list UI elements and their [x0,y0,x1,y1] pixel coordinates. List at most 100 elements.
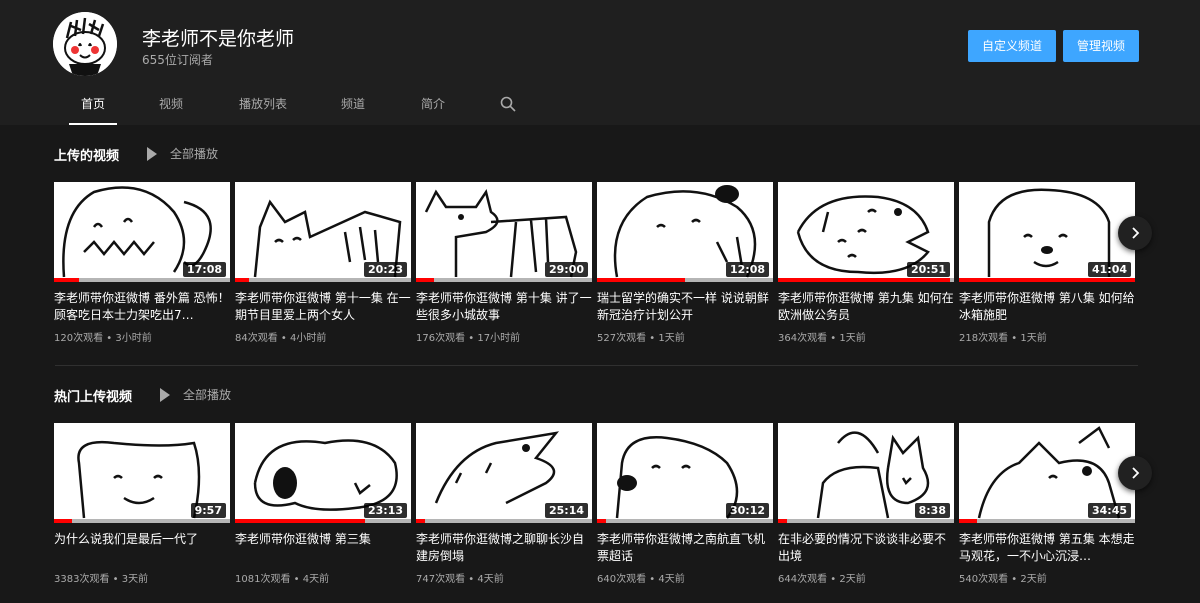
video-thumbnail[interactable]: 20:51 [778,182,954,282]
view-count: 84次观看 [235,333,278,344]
tab-channels[interactable]: 频道 [341,96,365,125]
shelf-next-button[interactable] [1118,216,1152,250]
play-all-label: 全部播放 [170,147,219,161]
video-title[interactable]: 李老师带你逛微博 第三集 [235,531,411,565]
video-card[interactable]: 23:13 李老师带你逛微博 第三集 1081次观看 • 4天前 [235,423,411,585]
video-meta: 1081次观看 • 4天前 [235,570,411,585]
progress-track [597,278,773,282]
video-thumbnail[interactable]: 8:38 [778,423,954,523]
video-row-popular: 9:57 为什么说我们是最后一代了 3383次观看 • 3天前 23:13 李老师带你逛… [54,423,1138,593]
play-icon [160,387,170,402]
meta-separator: • [1008,574,1021,585]
video-duration: 25:14 [544,503,588,518]
video-card[interactable]: 9:57 为什么说我们是最后一代了 3383次观看 • 3天前 [54,423,230,585]
video-duration: 12:08 [725,262,769,277]
upload-age: 4天前 [477,574,504,585]
video-title[interactable]: 李老师带你逛微博 第十一集 在一期节目里爱上两个女人 [235,290,411,324]
channel-name: 李老师不是你老师 [142,28,295,50]
video-meta: 3383次观看 • 3天前 [54,570,230,585]
video-card[interactable]: 17:08 李老师带你逛微博 番外篇 恐怖！顾客吃日本士力架吃出7… 120次观看 … [54,182,230,344]
video-title[interactable]: 李老师带你逛微博 第五集 本想走马观花，一不小心沉浸… [959,531,1135,565]
video-meta: 218次观看 • 1天前 [959,329,1135,344]
video-card[interactable]: 12:08 瑞士留学的确实不一样 说说朝鲜新冠治疗计划公开 527次观看 • 1天前 [597,182,773,344]
video-meta: 640次观看 • 4天前 [597,570,773,585]
tab-videos[interactable]: 视频 [159,96,183,125]
watch-progress-bar [54,278,79,282]
tab-playlists[interactable]: 播放列表 [239,96,287,125]
view-count: 747次观看 [416,574,466,585]
video-meta: 540次观看 • 2天前 [959,570,1135,585]
watch-progress-bar [959,519,977,523]
meta-separator: • [465,333,478,344]
video-thumbnail[interactable]: 34:45 [959,423,1135,523]
video-duration: 41:04 [1087,262,1131,277]
video-title[interactable]: 李老师带你逛微博 第八集 如何给冰箱施肥 [959,290,1135,324]
watch-progress-bar [597,519,606,523]
progress-track [597,519,773,523]
video-card[interactable]: 20:51 李老师带你逛微博 第九集 如何在欧洲做公务员 364次观看 • 1天前 [778,182,954,344]
video-card[interactable]: 25:14 李老师带你逛微博之聊聊长沙自建房倒塌 747次观看 • 4天前 [416,423,592,585]
play-all-popular[interactable]: 全部播放 [160,386,231,403]
video-card[interactable]: 29:00 李老师带你逛微博 第十集 讲了一些很多小城故事 176次观看 • 17小… [416,182,592,344]
video-meta: 176次观看 • 17小时前 [416,329,592,344]
upload-age: 1天前 [1020,333,1047,344]
video-card[interactable]: 30:12 李老师带你逛微博之南航直飞机票超话 640次观看 • 4天前 [597,423,773,585]
upload-age: 1天前 [658,333,685,344]
video-duration: 30:12 [725,503,769,518]
video-thumbnail[interactable]: 30:12 [597,423,773,523]
video-title[interactable]: 瑞士留学的确实不一样 说说朝鲜新冠治疗计划公开 [597,290,773,324]
video-thumbnail[interactable]: 25:14 [416,423,592,523]
manage-videos-button[interactable]: 管理视频 [1063,30,1139,62]
upload-age: 17小时前 [477,333,521,344]
customize-channel-button[interactable]: 自定义频道 [968,30,1056,62]
upload-age: 1天前 [839,333,866,344]
upload-age: 4天前 [658,574,685,585]
video-meta: 364次观看 • 1天前 [778,329,954,344]
video-thumbnail[interactable]: 29:00 [416,182,592,282]
avatar-drawing [53,12,117,76]
avatar[interactable] [53,12,117,76]
view-count: 3383次观看 [54,574,110,585]
meta-separator: • [1008,333,1021,344]
meta-separator: • [277,333,290,344]
video-title[interactable]: 为什么说我们是最后一代了 [54,531,230,565]
watch-progress-bar [235,519,366,523]
shelf-next-button[interactable] [1118,456,1152,490]
chevron-right-icon [1132,227,1140,239]
video-title[interactable]: 李老师带你逛微博之聊聊长沙自建房倒塌 [416,531,592,565]
video-title[interactable]: 李老师带你逛微博 第十集 讲了一些很多小城故事 [416,290,592,324]
video-thumbnail[interactable]: 12:08 [597,182,773,282]
video-card[interactable]: 8:38 在非必要的情况下谈谈非必要不出境 644次观看 • 2天前 [778,423,954,585]
video-thumbnail[interactable]: 23:13 [235,423,411,523]
meta-separator: • [827,333,840,344]
watch-progress-bar [597,278,685,282]
video-card[interactable]: 20:23 李老师带你逛微博 第十一集 在一期节目里爱上两个女人 84次观看 • 4… [235,182,411,344]
video-thumbnail[interactable]: 17:08 [54,182,230,282]
video-duration: 34:45 [1087,503,1131,518]
search-icon[interactable] [500,96,516,112]
video-meta: 120次观看 • 3小时前 [54,329,230,344]
progress-track [778,519,954,523]
shelf-title-popular: 热门上传视频 [54,390,133,405]
tab-about[interactable]: 简介 [421,96,445,125]
meta-separator: • [465,574,478,585]
video-title[interactable]: 李老师带你逛微博之南航直飞机票超话 [597,531,773,565]
progress-track [959,519,1135,523]
video-thumbnail[interactable]: 9:57 [54,423,230,523]
video-card[interactable]: 34:45 李老师带你逛微博 第五集 本想走马观花，一不小心沉浸… 540次观看 •… [959,423,1135,585]
video-title[interactable]: 在非必要的情况下谈谈非必要不出境 [778,531,954,565]
chevron-right-icon [1132,467,1140,479]
video-title[interactable]: 李老师带你逛微博 第九集 如何在欧洲做公务员 [778,290,954,324]
watch-progress-bar [416,278,434,282]
video-thumbnail[interactable]: 20:23 [235,182,411,282]
video-thumbnail[interactable]: 41:04 [959,182,1135,282]
video-card[interactable]: 41:04 李老师带你逛微博 第八集 如何给冰箱施肥 218次观看 • 1天前 [959,182,1135,344]
upload-age: 4天前 [302,574,330,585]
video-title[interactable]: 李老师带你逛微博 番外篇 恐怖！顾客吃日本士力架吃出7… [54,290,230,324]
progress-track [959,278,1135,282]
play-all-uploads[interactable]: 全部播放 [147,145,218,162]
shelf-divider [55,365,1138,366]
tab-home[interactable]: 首页 [68,96,118,125]
watch-progress-bar [959,278,1135,282]
upload-age: 4小时前 [290,333,327,344]
